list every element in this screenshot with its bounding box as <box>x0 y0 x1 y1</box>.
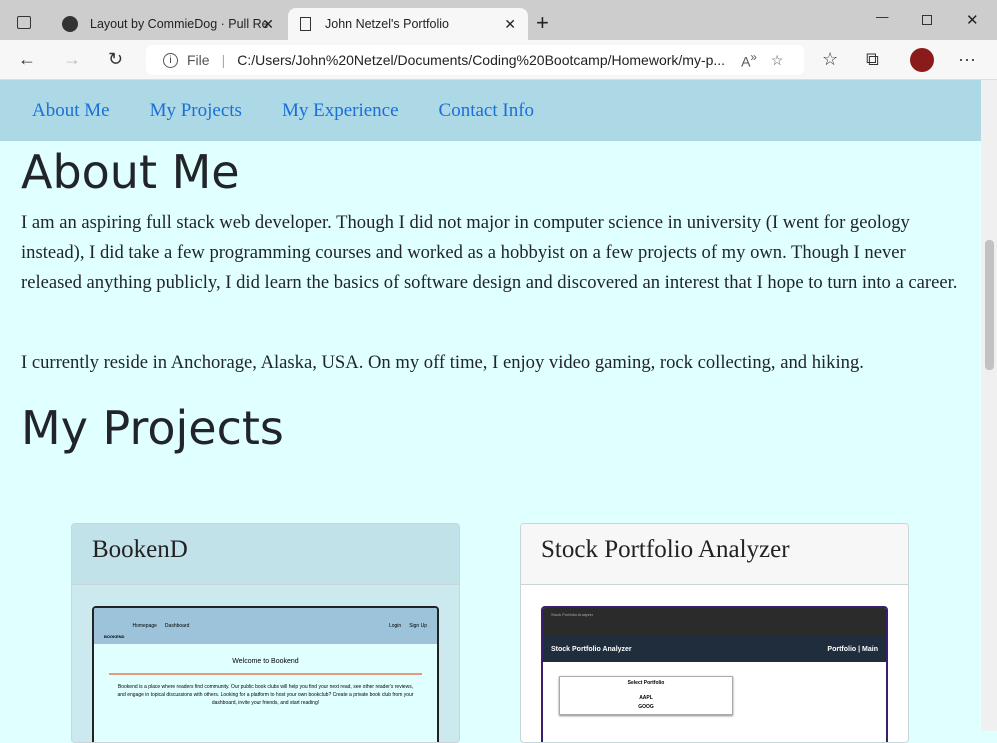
scrollbar[interactable] <box>981 80 997 731</box>
more-icon[interactable]: ··· <box>958 49 976 70</box>
shot-item: AAPL <box>639 695 653 701</box>
bookend-screenshot: BOOKEND Homepage Dashboard Login Sign Up… <box>92 606 439 742</box>
tab-title: Layout by CommieDog · Pull Req <box>90 17 268 31</box>
shot-brand: Stock Portfolio Analyzer <box>551 645 632 653</box>
read-aloud-icon[interactable]: A» <box>741 51 757 70</box>
bookend-logo: BOOKEND <box>104 633 125 639</box>
stock-screenshot: Stock Portfolio Analyzer Stock Portfolio… <box>541 606 888 742</box>
scrollbar-thumb[interactable] <box>985 240 994 370</box>
shot-nav: Portfolio | Main <box>827 645 878 653</box>
about-paragraph-2: I currently reside in Anchorage, Alaska,… <box>21 352 864 373</box>
close-tab-icon[interactable]: ✕ <box>262 16 274 33</box>
address-bar[interactable]: i File | C:/Users/John%20Netzel/Document… <box>146 45 804 75</box>
shot-tab: Stock Portfolio Analyzer <box>543 608 886 636</box>
card-title: BookenD <box>72 524 459 585</box>
close-window-icon[interactable]: ✕ <box>966 11 979 29</box>
tab-title: John Netzel's Portfolio <box>325 17 449 31</box>
shot-link: Dashboard <box>164 623 190 629</box>
github-icon <box>62 16 78 32</box>
nav-about-me[interactable]: About Me <box>32 100 110 122</box>
about-paragraph-1: I am an aspiring full stack web develope… <box>21 212 958 293</box>
shot-link: Login <box>388 623 402 629</box>
sidebar-toggle-icon[interactable] <box>17 16 31 29</box>
add-favorite-icon[interactable]: ☆ <box>771 52 784 69</box>
shot-item: GOOG <box>638 704 654 710</box>
info-icon: i <box>163 52 178 68</box>
favorites-icon[interactable]: ☆ <box>822 49 838 70</box>
collections-icon[interactable]: ⧉ <box>866 49 879 70</box>
project-card-stock-portfolio[interactable]: Stock Portfolio Analyzer Stock Portfolio… <box>520 523 909 743</box>
avatar[interactable] <box>910 48 934 72</box>
projects-heading: My Projects <box>21 401 284 455</box>
site-nav: About Me My Projects My Experience Conta… <box>0 80 981 141</box>
tab-portfolio[interactable]: John Netzel's Portfolio ✕ <box>288 8 528 40</box>
shot-text: Bookend is a place where readers find co… <box>117 684 414 706</box>
file-label: File <box>187 52 210 68</box>
browser-tab-bar: Layout by CommieDog · Pull Req ✕ John Ne… <box>0 0 997 40</box>
back-icon[interactable]: ← <box>18 49 36 70</box>
nav-my-experience[interactable]: My Experience <box>282 100 399 122</box>
maximize-icon[interactable] <box>922 15 932 25</box>
close-tab-icon[interactable]: ✕ <box>504 16 516 33</box>
nav-my-projects[interactable]: My Projects <box>150 100 242 122</box>
tab-github[interactable]: Layout by CommieDog · Pull Req ✕ <box>50 8 286 40</box>
page-icon <box>300 17 311 31</box>
shot-welcome: Welcome to Bookend <box>232 658 299 665</box>
url-text: C:/Users/John%20Netzel/Documents/Coding%… <box>237 52 726 68</box>
new-tab-icon[interactable]: + <box>536 10 549 36</box>
browser-toolbar: ← → ↻ i File | C:/Users/John%20Netzel/Do… <box>0 40 997 80</box>
shot-link: Homepage <box>132 623 157 629</box>
reload-icon[interactable]: ↻ <box>108 49 123 70</box>
shot-box-title: Select Portfolio <box>627 680 665 686</box>
card-title: Stock Portfolio Analyzer <box>521 524 908 585</box>
shot-link: Sign Up <box>409 623 427 629</box>
forward-icon[interactable]: → <box>63 49 81 70</box>
nav-contact-info[interactable]: Contact Info <box>439 100 535 122</box>
about-heading: About Me <box>21 145 240 199</box>
project-card-bookend[interactable]: BookenD BOOKEND Homepage Dashboard Login… <box>71 523 460 743</box>
minimize-icon[interactable]: — <box>876 10 889 24</box>
